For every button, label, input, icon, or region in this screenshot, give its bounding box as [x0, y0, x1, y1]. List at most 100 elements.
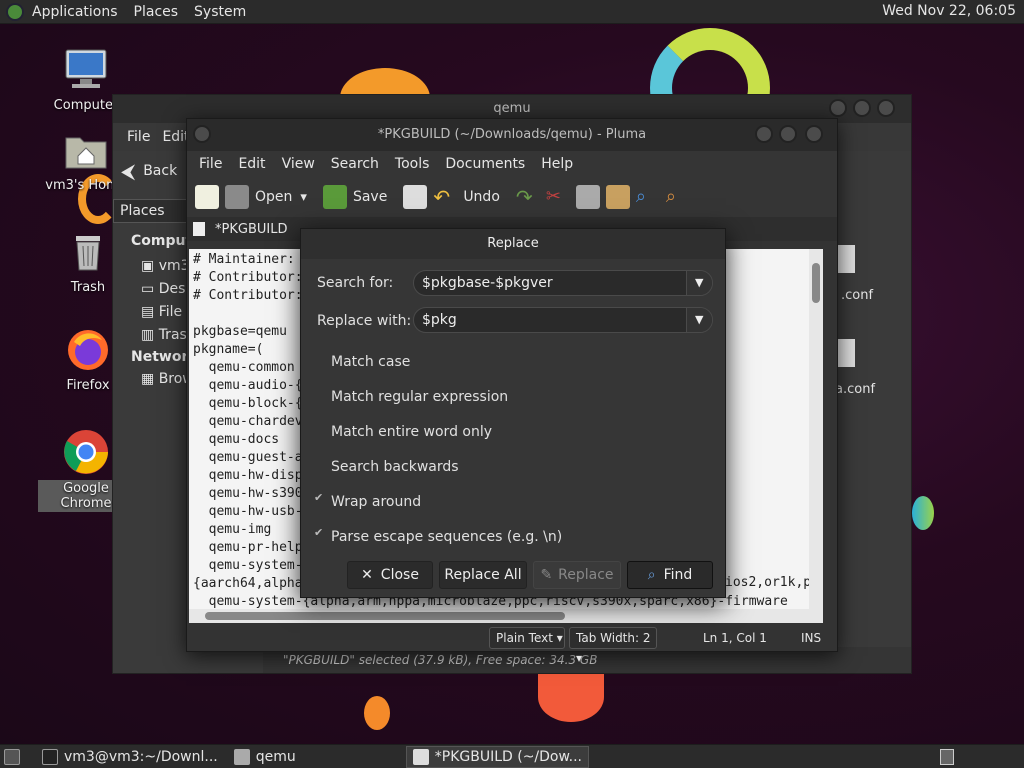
dropdown-arrow-icon: ▾	[576, 651, 583, 665]
back-button[interactable]: ⮜ Back	[121, 159, 177, 183]
cursor-position: Ln 1, Col 1	[703, 631, 767, 645]
wallpaper-blob-small	[364, 696, 390, 730]
terminal-icon	[42, 748, 58, 765]
editor-horizontal-scrollbar[interactable]	[189, 609, 823, 623]
menu-applications[interactable]: Applications	[24, 4, 126, 20]
back-arrow-icon: ⮜	[121, 159, 136, 183]
find-button[interactable]: ⌕ Find	[627, 561, 713, 589]
new-document-icon[interactable]	[195, 185, 219, 209]
file-icon[interactable]	[835, 245, 855, 273]
save-icon[interactable]	[322, 185, 347, 209]
search-history-dropdown[interactable]: ▼	[686, 271, 712, 295]
undo-button[interactable]: Undo	[463, 189, 500, 205]
search-backwards-checkbox[interactable]: Search backwards	[315, 459, 459, 475]
search-for-label: Search for:	[317, 275, 394, 291]
find-icon: ⌕	[647, 567, 656, 583]
desktop-icon: ▭	[141, 281, 155, 297]
mate-logo-icon[interactable]	[6, 2, 24, 21]
checkbox-icon	[315, 392, 325, 402]
match-entire-word-checkbox[interactable]: Match entire word only	[315, 424, 492, 440]
chevron-down-icon: ▼	[695, 276, 704, 289]
insert-mode: INS	[801, 631, 822, 645]
text-editor-menubar: File Edit View Search Tools Documents He…	[187, 151, 837, 177]
find-icon[interactable]: ⌕	[636, 185, 660, 209]
replace-icon: ✎	[540, 567, 553, 583]
network-icon: ▦	[141, 371, 155, 387]
home-icon: ▣	[141, 258, 155, 274]
trash-icon	[64, 228, 112, 276]
editor-overflow-text: ios2,or1k,pp	[725, 575, 819, 590]
save-button[interactable]: Save	[353, 189, 387, 205]
open-dropdown-icon[interactable]: ▾	[300, 190, 307, 205]
clock[interactable]: Wed Nov 22, 06:05	[882, 3, 1016, 19]
open-button[interactable]: Open	[255, 189, 292, 205]
replace-dialog: Replace Search for: $pkgbase-$pkgver ▼ R…	[300, 228, 726, 598]
show-desktop-button[interactable]	[0, 746, 32, 768]
scrollbar-thumb[interactable]	[812, 263, 820, 303]
copy-icon[interactable]	[575, 185, 600, 209]
redo-icon[interactable]: ↷	[516, 185, 540, 209]
maximize-button[interactable]	[853, 99, 871, 117]
menu-documents[interactable]: Documents	[437, 156, 533, 172]
menu-places[interactable]: Places	[126, 4, 187, 20]
sidebar-places-selector[interactable]: Places	[113, 199, 187, 223]
menu-file[interactable]: File	[191, 156, 230, 172]
text-editor-title: *PKGBUILD (~/Downloads/qemu) - Pluma	[187, 119, 837, 151]
trash-small-icon: ▥	[141, 327, 155, 343]
match-case-checkbox[interactable]: Match case	[315, 354, 410, 370]
menu-system[interactable]: System	[186, 4, 254, 20]
menu-tools[interactable]: Tools	[387, 156, 438, 172]
search-for-field[interactable]: $pkgbase-$pkgver ▼	[413, 270, 713, 296]
close-button[interactable]	[805, 125, 823, 143]
wrap-around-checkbox[interactable]: Wrap around	[314, 491, 421, 510]
replace-history-dropdown[interactable]: ▼	[686, 308, 712, 332]
checkmark-icon	[314, 491, 325, 507]
checkbox-icon	[315, 427, 325, 437]
replace-button[interactable]: ✎ Replace	[533, 561, 621, 589]
menu-help[interactable]: Help	[533, 156, 581, 172]
tab-width-selector[interactable]: Tab Width: 2 ▾	[569, 627, 657, 665]
replace-with-label: Replace with:	[317, 313, 412, 329]
minimize-button[interactable]	[829, 99, 847, 117]
parse-escape-checkbox[interactable]: Parse escape sequences (e.g. \n)	[314, 526, 562, 545]
file-icon[interactable]	[835, 339, 855, 367]
undo-icon[interactable]: ↶	[433, 185, 457, 209]
replace-all-button[interactable]: Replace All	[439, 561, 527, 589]
file-label[interactable]: .conf	[841, 288, 873, 303]
taskbar-item-pluma[interactable]: *PKGBUILD (~/Dow...	[405, 745, 590, 768]
menu-search[interactable]: Search	[323, 156, 387, 172]
taskbar-item-qemu[interactable]: qemu	[228, 746, 302, 768]
scrollbar-thumb[interactable]	[205, 612, 565, 620]
language-selector[interactable]: Plain Text ▾	[489, 627, 565, 649]
menu-view[interactable]: View	[274, 156, 323, 172]
open-icon[interactable]	[225, 185, 249, 209]
replace-with-field[interactable]: $pkg ▼	[413, 307, 713, 333]
checkbox-icon	[315, 357, 325, 367]
firefox-icon	[64, 326, 112, 374]
find-replace-icon[interactable]: ⌕	[666, 185, 690, 209]
home-folder-icon	[62, 126, 110, 174]
text-editor-statusbar: Plain Text ▾ Tab Width: 2 ▾ Ln 1, Col 1 …	[187, 623, 837, 665]
match-regex-checkbox[interactable]: Match regular expression	[315, 389, 508, 405]
maximize-button[interactable]	[779, 125, 797, 143]
taskbar-item-terminal[interactable]: vm3@vm3:~/Downl...	[36, 746, 224, 768]
editor-vertical-scrollbar[interactable]	[809, 249, 823, 609]
paste-icon[interactable]	[605, 185, 630, 209]
file-label[interactable]: a.conf	[835, 382, 875, 397]
drive-icon: ▤	[141, 304, 155, 320]
minimize-button[interactable]	[755, 125, 773, 143]
workspace-switcher-icon[interactable]	[940, 749, 954, 765]
replace-dialog-title: Replace	[301, 229, 725, 259]
show-desktop-icon	[4, 748, 20, 765]
print-icon[interactable]	[403, 185, 428, 209]
window-menu-button[interactable]	[193, 125, 211, 143]
wallpaper-blob-teal	[912, 496, 934, 530]
close-button[interactable]	[877, 99, 895, 117]
checkbox-icon	[315, 462, 325, 472]
close-button[interactable]: ✕ Close	[347, 561, 433, 589]
tab-pkgbuild[interactable]: *PKGBUILD	[191, 221, 287, 237]
menu-edit[interactable]: Edit	[230, 156, 273, 172]
cut-icon[interactable]: ✂	[546, 185, 570, 209]
menu-file[interactable]: File	[121, 129, 156, 145]
back-label: Back	[143, 163, 178, 179]
